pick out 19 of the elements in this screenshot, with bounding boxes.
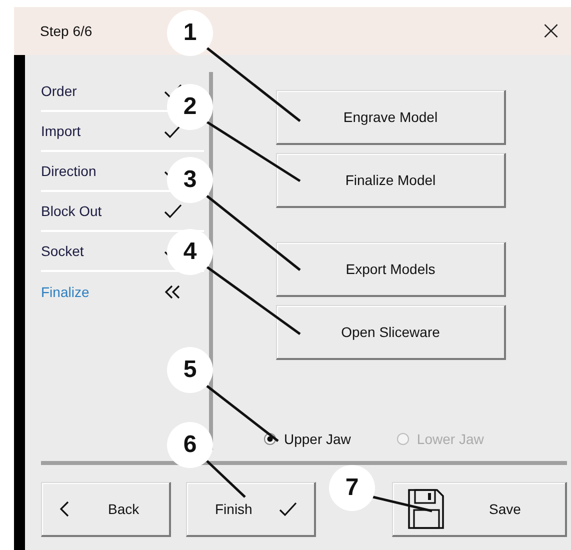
step-label: Import <box>41 123 81 139</box>
close-button[interactable]: × <box>531 16 571 46</box>
action-button[interactable]: Export Models <box>276 242 506 297</box>
window-title: Step 6/6 <box>40 23 92 39</box>
step-label: Direction <box>41 163 96 179</box>
leader-line <box>206 460 246 498</box>
action-button[interactable]: Engrave Model <box>276 90 506 145</box>
action-button[interactable]: Finalize Model <box>276 153 506 208</box>
check-icon <box>278 501 298 517</box>
footer-button[interactable]: Save <box>392 482 567 537</box>
leader-line <box>372 496 432 512</box>
step-label: Finalize <box>41 284 90 300</box>
footer-button[interactable]: Finish <box>186 482 316 537</box>
action-button[interactable]: Open Sliceware <box>276 305 506 360</box>
step-label: Order <box>41 83 77 99</box>
step-label: Block Out <box>41 203 102 219</box>
step-label: Socket <box>41 243 84 259</box>
footer-button[interactable]: Back <box>41 482 171 537</box>
radio-option[interactable]: Upper Jaw <box>264 431 351 447</box>
